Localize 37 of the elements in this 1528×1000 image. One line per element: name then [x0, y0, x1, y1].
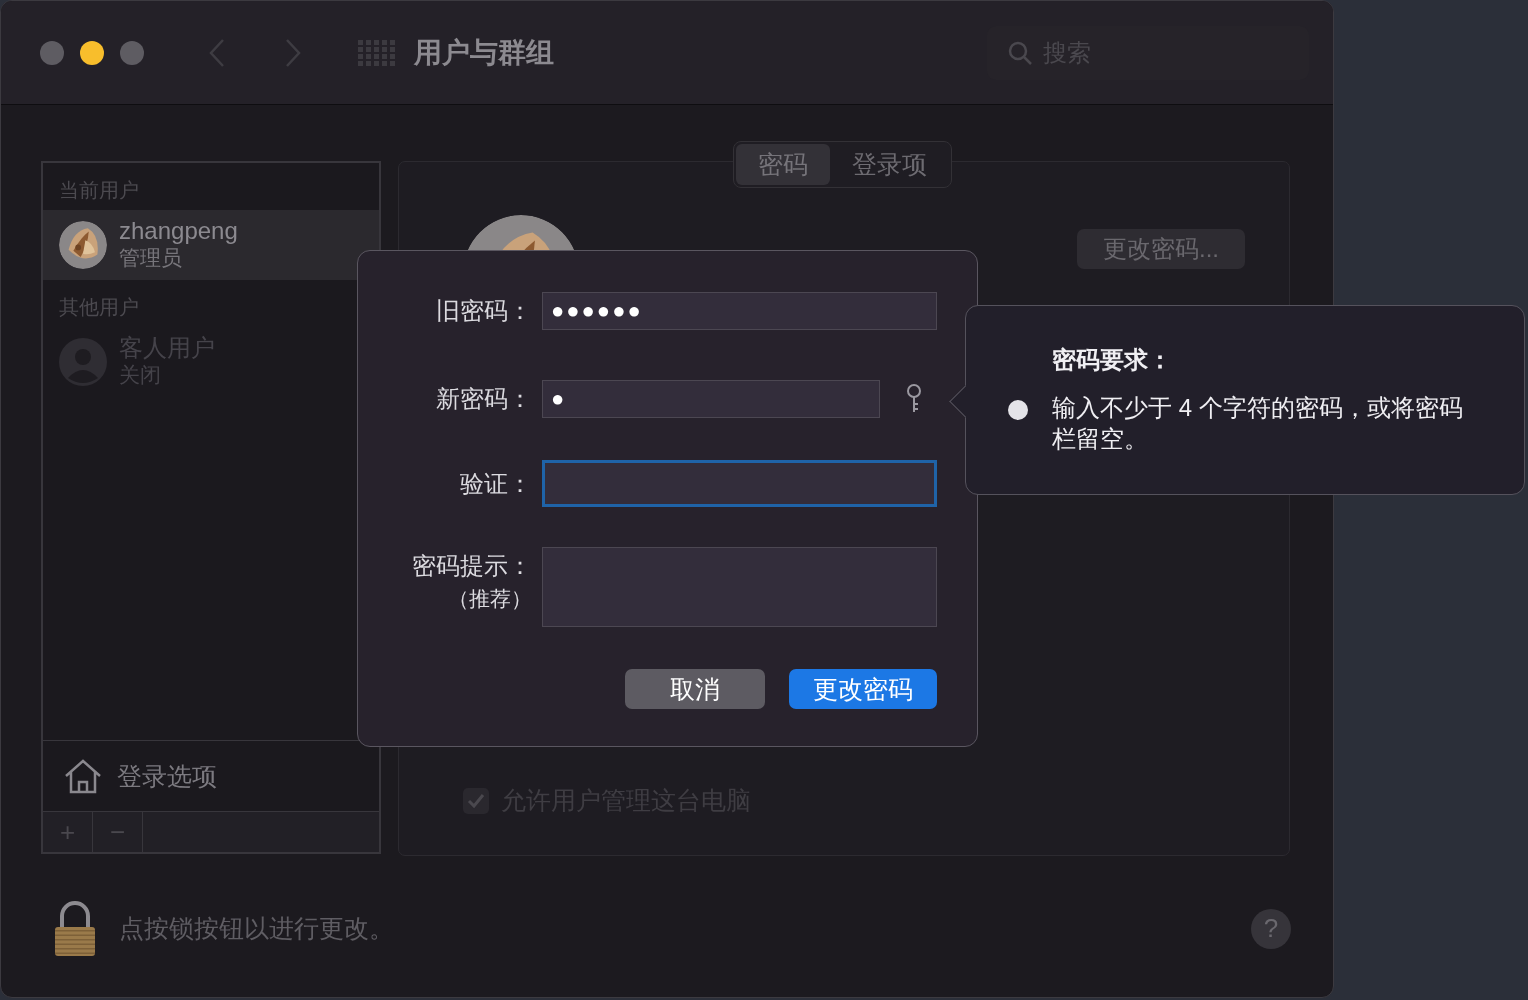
check-icon	[467, 792, 485, 809]
password-field[interactable]: ●●●●●●	[542, 292, 937, 330]
tab[interactable]: 登录项	[830, 144, 949, 185]
help-button[interactable]: ?	[1251, 908, 1291, 949]
field-label: 密码提示：	[412, 551, 532, 581]
checkbox[interactable]	[463, 787, 489, 814]
requirement-text: 输入不少于 4 个字符的密码，或将密码栏留空。	[1052, 394, 1463, 453]
tab[interactable]: 密码	[736, 144, 830, 185]
password-field[interactable]	[542, 460, 937, 507]
bullet-icon	[1008, 400, 1028, 420]
field-label: 旧密码：	[436, 296, 532, 326]
house-icon	[63, 758, 103, 794]
hint-field[interactable]	[542, 547, 937, 627]
field-label: 验证：	[460, 469, 532, 499]
add-button[interactable]: +	[43, 812, 93, 852]
user-role: 管理员	[119, 245, 183, 272]
window-title: 用户与群组	[414, 35, 554, 70]
user-item[interactable]: zhangpeng 管理员	[43, 210, 379, 280]
search-icon	[1007, 39, 1033, 66]
forward-icon[interactable]	[284, 37, 302, 68]
grid-icon[interactable]	[358, 39, 396, 66]
status-text: 点按锁按钮以进行更改。	[119, 913, 394, 944]
key-icon[interactable]	[906, 384, 922, 414]
field-label: 新密码：	[436, 384, 532, 414]
lock-icon[interactable]	[53, 900, 97, 957]
minimize-button[interactable]	[80, 40, 104, 65]
field-sublabel: （推荐）	[448, 586, 532, 612]
password-field[interactable]: ●	[542, 380, 880, 418]
user-name: zhangpeng	[119, 217, 238, 245]
confirm-button[interactable]: 更改密码	[789, 669, 937, 709]
back-icon[interactable]	[208, 37, 226, 68]
zoom-button[interactable]	[120, 40, 144, 65]
change-password-button[interactable]: 更改密码...	[1077, 229, 1245, 269]
close-button[interactable]	[40, 40, 64, 65]
remove-button[interactable]: −	[93, 812, 143, 852]
popover-title: 密码要求：	[1052, 345, 1173, 375]
cancel-button[interactable]: 取消	[625, 669, 765, 709]
